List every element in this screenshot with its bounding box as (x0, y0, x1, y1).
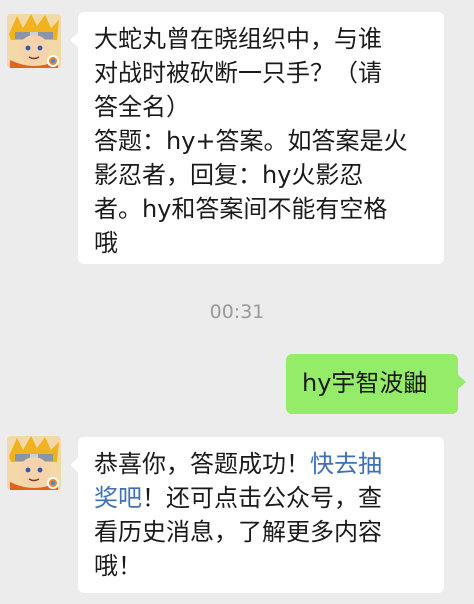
sender-avatar[interactable] (7, 436, 61, 490)
message-text-line: 哦 (94, 229, 118, 257)
message-text-line: 大蛇丸曾在晓组织中，与谁 (94, 25, 382, 53)
message-timestamp: 00:31 (209, 301, 265, 323)
message-text-line: 奖吧！还可点击公众号，查 (94, 481, 430, 515)
message-text-line: 哦！ (94, 552, 142, 580)
naruto-avatar-icon (7, 436, 61, 490)
message-text-line: 答题：hy+答案。如答案是火 (94, 127, 408, 155)
naruto-avatar-icon (7, 14, 61, 68)
lottery-link[interactable]: 快去抽 (310, 450, 382, 478)
message-text-line: 对战时被砍断一只手？（请 (94, 59, 382, 87)
message-text-line: 看历史消息，了解更多内容 (94, 518, 382, 546)
lottery-link-continued[interactable]: 奖吧 (94, 484, 142, 512)
message-text-line: 者。hy和答案间不能有空格 (94, 195, 388, 223)
message-text-line: 恭喜你，答题成功！快去抽 (94, 447, 430, 481)
message-text: 恭喜你，答题成功！ (94, 450, 310, 478)
message-text-line: 影忍者，回复：hy火影忍 (94, 161, 364, 189)
message-bubble-question[interactable]: 大蛇丸曾在晓组织中，与谁 对战时被砍断一只手？（请 答全名） 答题：hy+答案。… (70, 12, 444, 264)
message-text: ！还可点击公众号，查 (142, 484, 382, 512)
message-bubble-congrats[interactable]: 恭喜你，答题成功！快去抽 奖吧！还可点击公众号，查 看历史消息，了解更多内容 哦… (70, 437, 444, 593)
message-text: hy宇智波鼬 (302, 369, 428, 397)
message-bubble-answer[interactable]: hy宇智波鼬 (286, 354, 466, 414)
sender-avatar[interactable] (7, 14, 61, 68)
message-text-line: 答全名） (94, 93, 190, 121)
